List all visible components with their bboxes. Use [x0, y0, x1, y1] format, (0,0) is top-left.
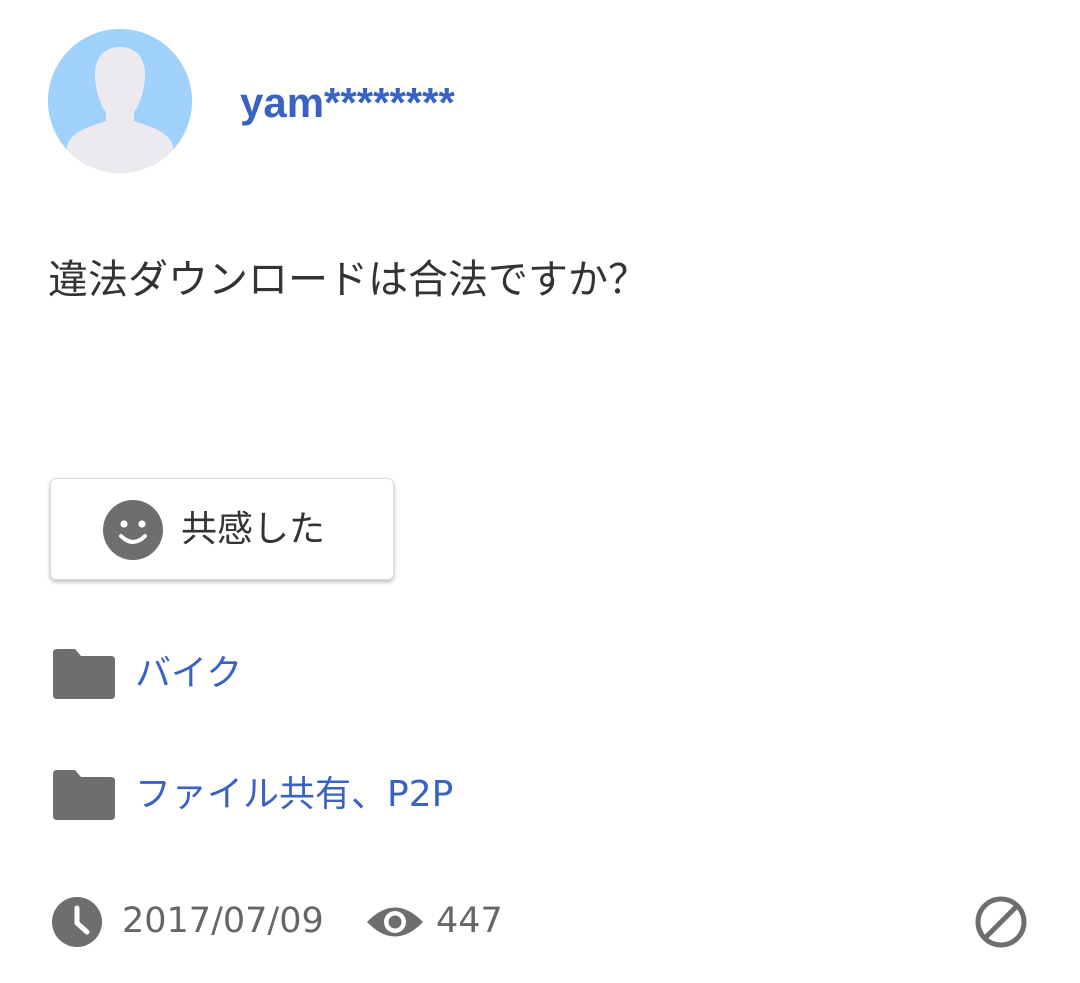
user-silhouette-icon: [48, 29, 192, 173]
category-label: ファイル共有、P2P: [135, 774, 454, 815]
category-label: バイク: [135, 653, 243, 694]
username-link[interactable]: yam********: [240, 80, 455, 126]
question-text: 違法ダウンロードは合法ですか？: [48, 257, 648, 303]
post-meta: 2017/07/09 447: [52, 893, 1032, 949]
avatar[interactable]: [48, 29, 192, 173]
empathy-label: 共感した: [181, 509, 326, 550]
smile-icon: [103, 500, 163, 560]
clock-icon: [52, 897, 102, 947]
folder-icon: [53, 770, 115, 820]
category-link-file-sharing[interactable]: ファイル共有、P2P: [53, 767, 523, 823]
post-date: 2017/07/09: [122, 901, 324, 941]
block-icon[interactable]: [974, 895, 1028, 949]
folder-icon: [53, 649, 115, 699]
empathy-button[interactable]: 共感した: [50, 478, 394, 580]
view-count: 447: [436, 901, 503, 941]
eye-icon: [367, 907, 423, 937]
category-link-bike[interactable]: バイク: [53, 646, 353, 702]
